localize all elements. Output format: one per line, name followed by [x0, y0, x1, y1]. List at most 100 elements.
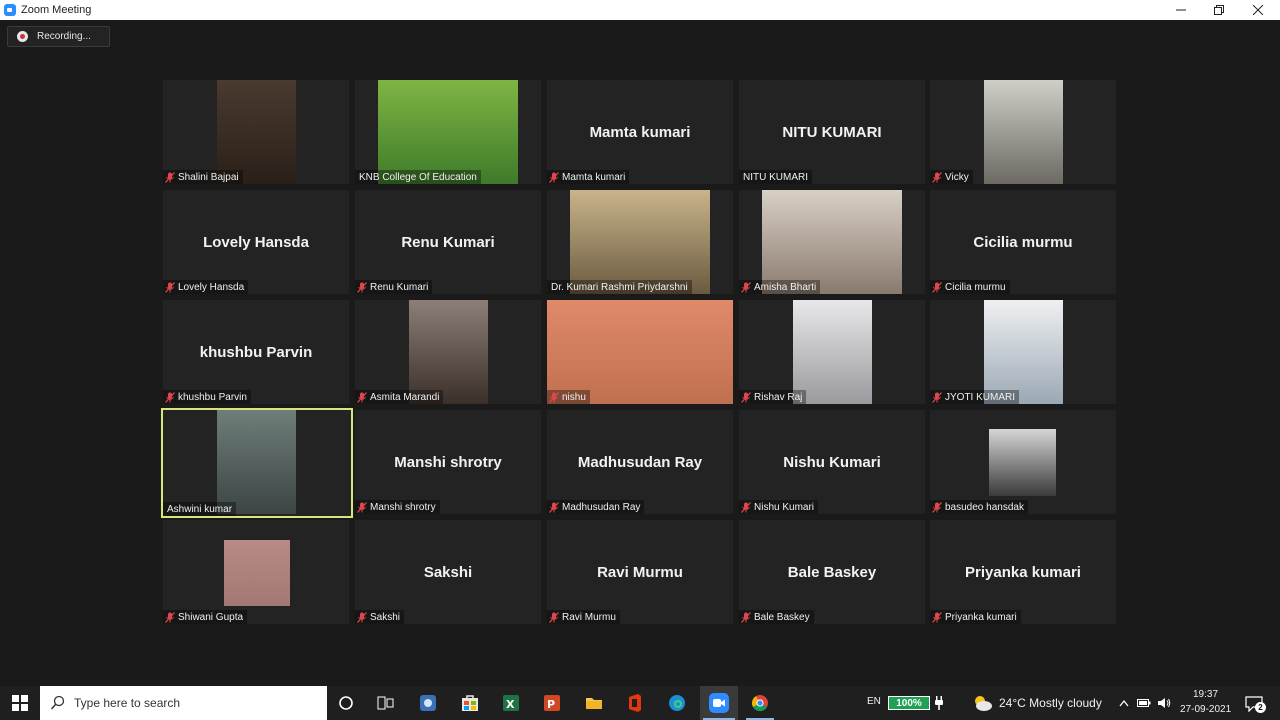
- cortana-icon: [339, 696, 353, 710]
- participant-name-label: Nishu Kumari: [739, 500, 819, 514]
- zoom-icon: [709, 693, 729, 713]
- muted-microphone-icon: [547, 500, 561, 514]
- participant-video-feed: [547, 300, 733, 404]
- participant-tile[interactable]: Dr. Kumari Rashmi Priydarshni: [547, 190, 733, 294]
- participant-video-feed: [409, 300, 488, 404]
- muted-microphone-icon: [547, 390, 561, 404]
- taskbar-app-office[interactable]: [623, 691, 647, 715]
- participant-tile[interactable]: NITU KUMARI NITU KUMARI: [739, 80, 925, 184]
- recording-indicator[interactable]: Recording...: [7, 26, 110, 47]
- weather-text[interactable]: 24°C Mostly cloudy: [999, 696, 1102, 710]
- participant-name: Ashwini kumar: [167, 503, 233, 515]
- participant-tile[interactable]: basudeo hansdak: [930, 410, 1116, 514]
- participant-name-label: Shalini Bajpai: [163, 170, 243, 184]
- cloud-sun-icon: [975, 696, 992, 711]
- participant-tile[interactable]: Shalini Bajpai: [163, 80, 349, 184]
- taskbar-app-store[interactable]: [458, 691, 482, 715]
- participant-tile[interactable]: Vicky: [930, 80, 1116, 184]
- participant-tile[interactable]: Ashwini kumar: [161, 408, 353, 518]
- taskbar-app-chrome[interactable]: [748, 691, 772, 715]
- battery-tray-button[interactable]: [1136, 695, 1152, 711]
- participant-video-feed: [984, 80, 1063, 184]
- search-icon: [50, 695, 65, 710]
- participant-name: Ravi Murmu: [562, 611, 616, 623]
- taskbar-app-zoom[interactable]: [707, 691, 731, 715]
- participant-video-feed: [224, 540, 290, 606]
- minimize-button[interactable]: [1161, 0, 1201, 20]
- recording-label: Recording...: [37, 31, 91, 42]
- participant-name: Mamta kumari: [562, 171, 626, 183]
- participant-name-label: Mamta kumari: [547, 170, 630, 184]
- participant-tile[interactable]: Cicilia murmu Cicilia murmu: [930, 190, 1116, 294]
- show-hidden-icons-button[interactable]: [1116, 695, 1132, 711]
- chevron-up-icon: [1119, 699, 1129, 707]
- participant-tile[interactable]: Amisha Bharti: [739, 190, 925, 294]
- participant-tile[interactable]: Asmita Marandi: [355, 300, 541, 404]
- muted-microphone-icon: [739, 280, 753, 294]
- power-plug-icon[interactable]: [932, 695, 946, 711]
- participant-name-label: JYOTI KUMARI: [930, 390, 1020, 404]
- windows-logo-icon: [12, 695, 28, 711]
- weather-cloud-icon[interactable]: [970, 693, 994, 713]
- participant-tile[interactable]: KNB College Of Education: [355, 80, 541, 184]
- participant-tile[interactable]: Ravi Murmu Ravi Murmu: [547, 520, 733, 624]
- svg-text:X: X: [506, 698, 515, 711]
- participant-tile[interactable]: Manshi shrotry Manshi shrotry: [355, 410, 541, 514]
- participant-tile[interactable]: Madhusudan Ray Madhusudan Ray: [547, 410, 733, 514]
- participant-tile[interactable]: Mamta kumari Mamta kumari: [547, 80, 733, 184]
- participant-name: Dr. Kumari Rashmi Priydarshni: [551, 281, 688, 293]
- participant-tile[interactable]: Sakshi Sakshi: [355, 520, 541, 624]
- battery-percentage-badge[interactable]: 100%: [888, 696, 930, 710]
- participant-tile[interactable]: Renu Kumari Renu Kumari: [355, 190, 541, 294]
- participant-tile[interactable]: nishu: [547, 300, 733, 404]
- volume-button[interactable]: [1156, 695, 1172, 711]
- participant-tile[interactable]: Shiwani Gupta: [163, 520, 349, 624]
- participant-name-label: Sakshi: [355, 610, 405, 624]
- participant-display-name: NITU KUMARI: [782, 123, 882, 141]
- start-button[interactable]: [0, 686, 40, 720]
- participant-tile[interactable]: JYOTI KUMARI: [930, 300, 1116, 404]
- participant-name: Priyanka kumari: [945, 611, 1017, 623]
- participant-video-feed: [989, 429, 1056, 496]
- taskbar-app-file-explorer[interactable]: [582, 691, 606, 715]
- language-indicator[interactable]: EN: [867, 696, 881, 707]
- notification-center-button[interactable]: 2: [1242, 693, 1266, 715]
- taskbar-search-box[interactable]: Type here to search: [40, 686, 327, 720]
- participant-display-name: Renu Kumari: [401, 233, 495, 251]
- participant-name-label: Renu Kumari: [355, 280, 433, 294]
- clock-time[interactable]: 19:37: [1193, 689, 1218, 700]
- participant-name: basudeo hansdak: [945, 501, 1024, 513]
- taskbar-app-excel[interactable]: X: [499, 691, 523, 715]
- task-view-button[interactable]: [374, 691, 398, 715]
- participant-tile[interactable]: Bale Baskey Bale Baskey: [739, 520, 925, 624]
- restore-button[interactable]: [1199, 0, 1239, 20]
- powerpoint-icon: P: [544, 695, 560, 711]
- muted-microphone-icon: [930, 390, 944, 404]
- cortana-button[interactable]: [334, 691, 358, 715]
- participant-name: Asmita Marandi: [370, 391, 440, 403]
- participant-video-feed: [762, 190, 902, 294]
- participant-tile[interactable]: Priyanka kumari Priyanka kumari: [930, 520, 1116, 624]
- participant-name: Amisha Bharti: [754, 281, 817, 293]
- participant-name: Manshi shrotry: [370, 501, 436, 513]
- participant-name-label: Lovely Hansda: [163, 280, 249, 294]
- participant-video-feed: [570, 190, 710, 294]
- muted-microphone-icon: [930, 170, 944, 184]
- taskbar-app-powerpoint[interactable]: P: [540, 691, 564, 715]
- participant-tile[interactable]: khushbu Parvin khushbu Parvin: [163, 300, 349, 404]
- restore-icon: [1214, 5, 1224, 15]
- participant-name: Rishav Raj: [754, 391, 803, 403]
- participant-tile[interactable]: Nishu Kumari Nishu Kumari: [739, 410, 925, 514]
- participant-name: NITU KUMARI: [743, 171, 808, 183]
- close-icon: [1253, 5, 1263, 15]
- participant-tile[interactable]: Rishav Raj: [739, 300, 925, 404]
- participant-tile[interactable]: Lovely Hansda Lovely Hansda: [163, 190, 349, 294]
- taskbar-app-settings[interactable]: [416, 691, 440, 715]
- clock-date[interactable]: 27-09-2021: [1180, 704, 1231, 715]
- close-button[interactable]: [1238, 0, 1278, 20]
- participant-name: khushbu Parvin: [178, 391, 247, 403]
- participant-name: Madhusudan Ray: [562, 501, 641, 513]
- taskbar-app-edge[interactable]: [665, 691, 689, 715]
- participant-name: Cicilia murmu: [945, 281, 1006, 293]
- participant-name: nishu: [562, 391, 586, 403]
